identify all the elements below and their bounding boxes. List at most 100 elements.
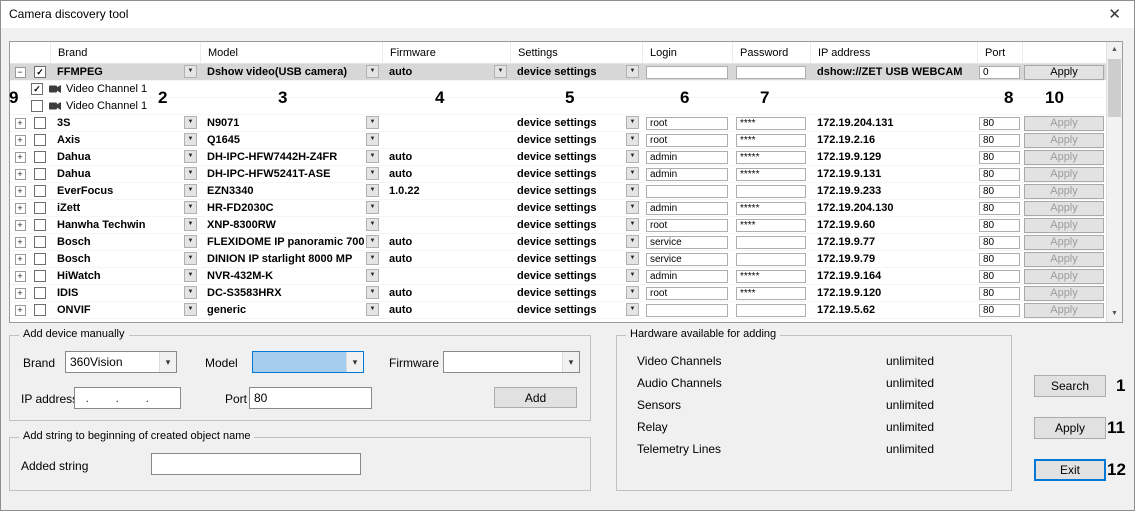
model-dropdown-icon[interactable]: ▼ xyxy=(366,252,379,265)
login-field[interactable]: admin xyxy=(646,202,728,215)
login-field[interactable] xyxy=(646,66,728,79)
port-field[interactable]: 80 xyxy=(979,117,1020,130)
column-header-firmware[interactable]: Firmware xyxy=(382,42,510,64)
login-field[interactable]: root xyxy=(646,287,728,300)
brand-dropdown-icon[interactable]: ▼ xyxy=(184,252,197,265)
brand-dropdown-icon[interactable]: ▼ xyxy=(184,133,197,146)
row-checkbox[interactable] xyxy=(34,270,46,282)
port-input[interactable]: 80 xyxy=(249,387,372,409)
brand-dropdown-icon[interactable]: ▼ xyxy=(184,201,197,214)
row-apply-button[interactable]: Apply xyxy=(1024,252,1104,267)
settings-dropdown-icon[interactable]: ▼ xyxy=(626,150,639,163)
device-row[interactable]: + IDIS▼ DC-S3583HRX▼ auto device setting… xyxy=(10,285,1106,302)
port-field[interactable]: 0 xyxy=(979,66,1020,79)
brand-dropdown-icon[interactable]: ▼ xyxy=(184,286,197,299)
channel-row[interactable]: Video Channel 1 xyxy=(10,98,1106,115)
expand-toggle[interactable]: + xyxy=(15,305,26,316)
row-checkbox[interactable] xyxy=(34,304,46,316)
close-icon[interactable]: ✕ xyxy=(1108,5,1121,23)
brand-combobox[interactable]: 360Vision ▾ xyxy=(65,351,177,373)
login-field[interactable]: root xyxy=(646,219,728,232)
column-header-login[interactable]: Login xyxy=(642,42,732,64)
row-checkbox[interactable] xyxy=(34,253,46,265)
row-apply-button[interactable]: Apply xyxy=(1024,133,1104,148)
settings-dropdown-icon[interactable]: ▼ xyxy=(626,184,639,197)
password-field[interactable]: **** xyxy=(736,134,806,147)
expand-toggle[interactable]: + xyxy=(15,152,26,163)
expand-toggle[interactable]: + xyxy=(15,237,26,248)
device-row[interactable]: + Bosch▼ DINION IP starlight 8000 MP▼ au… xyxy=(10,251,1106,268)
expand-toggle[interactable]: + xyxy=(15,186,26,197)
expand-toggle[interactable]: + xyxy=(15,169,26,180)
password-field[interactable]: ***** xyxy=(736,168,806,181)
model-dropdown-icon[interactable]: ▼ xyxy=(366,150,379,163)
port-field[interactable]: 80 xyxy=(979,168,1020,181)
settings-dropdown-icon[interactable]: ▼ xyxy=(626,235,639,248)
model-combobox[interactable]: ▾ xyxy=(252,351,364,373)
expand-toggle[interactable]: + xyxy=(15,118,26,129)
column-header-settings[interactable]: Settings xyxy=(510,42,642,64)
login-field[interactable]: admin xyxy=(646,270,728,283)
password-field[interactable]: **** xyxy=(736,287,806,300)
expand-toggle[interactable]: + xyxy=(15,288,26,299)
settings-dropdown-icon[interactable]: ▼ xyxy=(626,201,639,214)
settings-dropdown-icon[interactable]: ▼ xyxy=(626,303,639,316)
port-field[interactable]: 80 xyxy=(979,304,1020,317)
settings-dropdown-icon[interactable]: ▼ xyxy=(626,167,639,180)
password-field[interactable] xyxy=(736,185,806,198)
row-checkbox[interactable] xyxy=(34,168,46,180)
device-row[interactable]: + 3S▼ N9071▼ device settings▼ root **** … xyxy=(10,115,1106,132)
row-apply-button[interactable]: Apply xyxy=(1024,167,1104,182)
channel-checkbox[interactable] xyxy=(31,100,43,112)
model-dropdown-icon[interactable]: ▼ xyxy=(366,133,379,146)
brand-dropdown-icon[interactable]: ▼ xyxy=(184,303,197,316)
password-field[interactable]: ***** xyxy=(736,202,806,215)
row-checkbox[interactable] xyxy=(34,236,46,248)
login-field[interactable] xyxy=(646,185,728,198)
model-dropdown-icon[interactable]: ▼ xyxy=(366,303,379,316)
port-field[interactable]: 80 xyxy=(979,253,1020,266)
settings-dropdown-icon[interactable]: ▼ xyxy=(626,269,639,282)
device-row[interactable]: + Dahua▼ DH-IPC-HFW7442H-Z4FR▼ auto devi… xyxy=(10,149,1106,166)
brand-dropdown-icon[interactable]: ▼ xyxy=(184,116,197,129)
login-field[interactable]: root xyxy=(646,117,728,130)
channel-row[interactable]: ✓Video Channel 1 xyxy=(10,81,1106,98)
model-dropdown-icon[interactable]: ▼ xyxy=(366,167,379,180)
expand-toggle[interactable]: + xyxy=(15,135,26,146)
device-row[interactable]: − ✓ FFMPEG▼ Dshow video(USB camera)▼ aut… xyxy=(10,64,1106,81)
row-apply-button[interactable]: Apply xyxy=(1024,201,1104,216)
password-field[interactable]: ***** xyxy=(736,270,806,283)
port-field[interactable]: 80 xyxy=(979,134,1020,147)
row-checkbox[interactable] xyxy=(34,219,46,231)
brand-dropdown-icon[interactable]: ▼ xyxy=(184,167,197,180)
model-dropdown-icon[interactable]: ▼ xyxy=(366,116,379,129)
scroll-up-icon[interactable]: ▲ xyxy=(1107,42,1122,58)
row-apply-button[interactable]: Apply xyxy=(1024,218,1104,233)
row-apply-button[interactable]: Apply xyxy=(1024,65,1104,80)
row-apply-button[interactable]: Apply xyxy=(1024,116,1104,131)
settings-dropdown-icon[interactable]: ▼ xyxy=(626,252,639,265)
expand-toggle[interactable]: + xyxy=(15,203,26,214)
row-checkbox[interactable] xyxy=(34,202,46,214)
brand-dropdown-icon[interactable]: ▼ xyxy=(184,269,197,282)
row-checkbox[interactable] xyxy=(34,151,46,163)
device-row[interactable]: + ONVIF▼ generic▼ auto device settings▼ … xyxy=(10,302,1106,319)
model-dropdown-icon[interactable]: ▼ xyxy=(366,65,379,78)
password-field[interactable] xyxy=(736,236,806,249)
settings-dropdown-icon[interactable]: ▼ xyxy=(626,218,639,231)
titlebar[interactable]: Camera discovery tool ✕ xyxy=(1,1,1134,28)
port-field[interactable]: 80 xyxy=(979,287,1020,300)
password-field[interactable]: ***** xyxy=(736,151,806,164)
login-field[interactable] xyxy=(646,304,728,317)
exit-button[interactable]: Exit xyxy=(1034,459,1106,481)
model-dropdown-icon[interactable]: ▼ xyxy=(366,269,379,282)
device-row[interactable]: + Hanwha Techwin▼ XNP-8300RW▼ device set… xyxy=(10,217,1106,234)
port-field[interactable]: 80 xyxy=(979,270,1020,283)
firmware-combobox[interactable]: ▾ xyxy=(443,351,580,373)
password-field[interactable]: **** xyxy=(736,117,806,130)
device-row[interactable]: + EverFocus▼ EZN3340▼ 1.0.22 device sett… xyxy=(10,183,1106,200)
port-field[interactable]: 80 xyxy=(979,151,1020,164)
login-field[interactable]: admin xyxy=(646,151,728,164)
settings-dropdown-icon[interactable]: ▼ xyxy=(626,286,639,299)
vertical-scrollbar[interactable]: ▲ ▼ xyxy=(1106,42,1122,322)
